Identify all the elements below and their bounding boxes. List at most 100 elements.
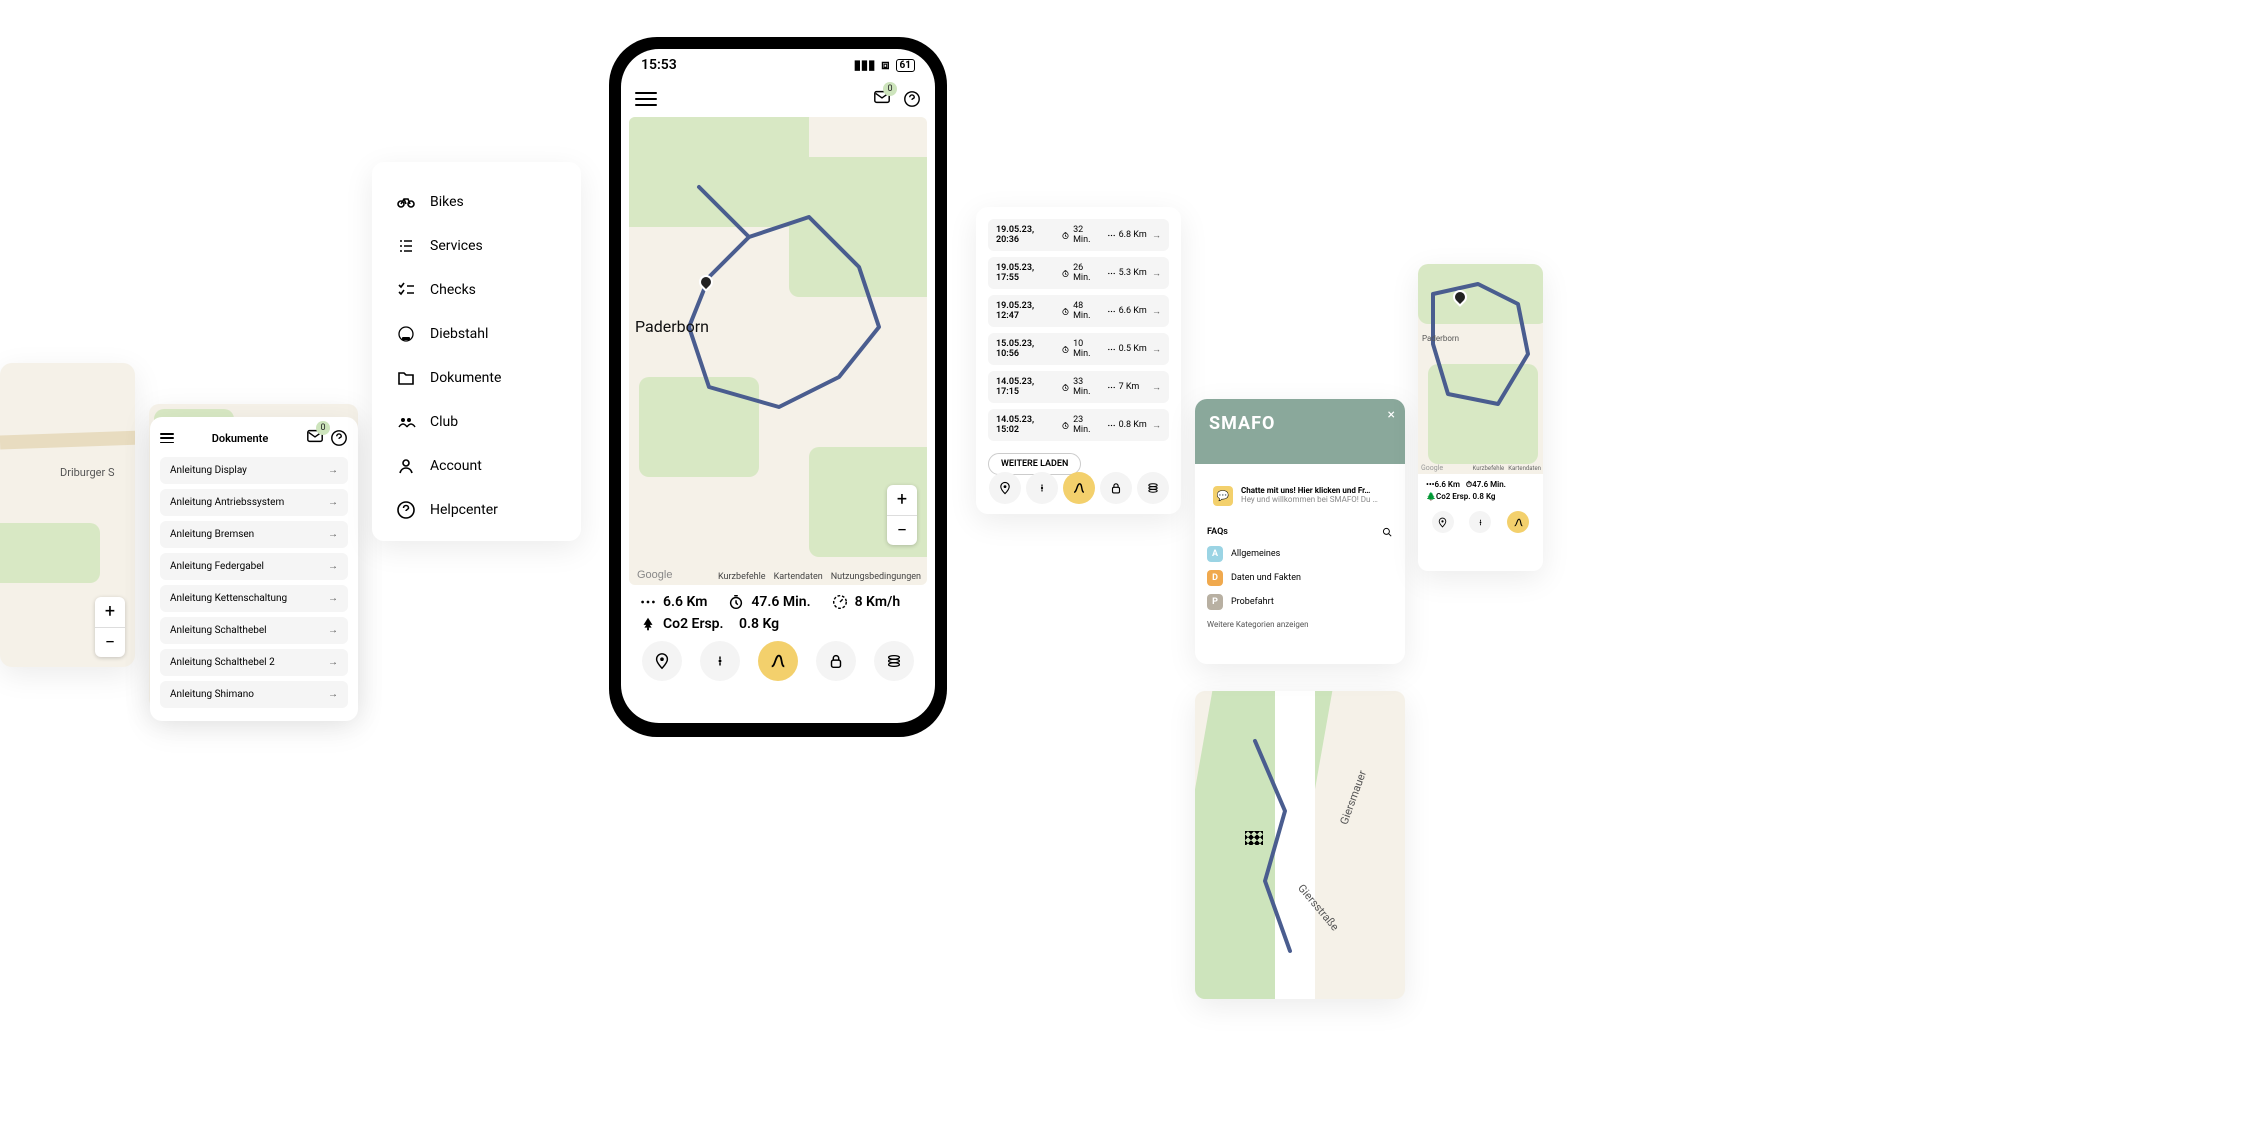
ride-row[interactable]: 19.05.23, 12:47 48 Min. 6.6 Km → <box>988 295 1169 327</box>
ride-row[interactable]: 19.05.23, 17:55 26 Min. 5.3 Km → <box>988 257 1169 289</box>
ride-row[interactable]: 15.05.23, 10:56 10 Min. 0.5 Km → <box>988 333 1169 365</box>
mail-button[interactable]: 0 <box>873 88 891 110</box>
nav-info-button[interactable] <box>700 641 740 681</box>
mini-ride-card: Paderborn KurzbefehleKartendaten Google … <box>1418 264 1543 571</box>
timer-icon <box>1061 269 1070 278</box>
theft-icon <box>396 324 416 344</box>
rides-bottom-nav <box>976 472 1181 504</box>
document-row[interactable]: Anleitung Display→ <box>160 457 348 484</box>
zoom-in-button[interactable]: + <box>887 485 917 515</box>
google-logo: Google <box>1421 464 1443 472</box>
menu-item-club[interactable]: Club <box>396 412 557 432</box>
menu-item-checks[interactable]: Checks <box>396 280 557 300</box>
nav-route-button[interactable] <box>1507 511 1529 533</box>
map-preview-farleft: Driburger S + − <box>0 363 135 667</box>
smafo-brand: SMAFO <box>1209 413 1391 434</box>
zoom-out-button[interactable]: − <box>887 515 917 545</box>
dots-icon <box>639 593 657 611</box>
nav-layers-button[interactable] <box>874 641 914 681</box>
rides-panel: 19.05.23, 20:36 32 Min. 6.8 Km → 19.05.23… <box>976 207 1181 514</box>
help-icon <box>396 500 416 520</box>
arrow-right-icon: → <box>328 561 338 572</box>
more-categories-link[interactable]: Weitere Kategorien anzeigen <box>1195 614 1405 635</box>
faq-category[interactable]: DDaten und Fakten <box>1195 566 1405 590</box>
club-icon <box>396 412 416 432</box>
tree-icon <box>639 615 657 633</box>
help-icon[interactable] <box>330 429 348 447</box>
search-icon[interactable] <box>1381 526 1393 538</box>
mini-map[interactable]: Paderborn KurzbefehleKartendaten Google <box>1418 264 1543 474</box>
faqs-title: FAQs <box>1207 527 1228 537</box>
document-row[interactable]: Anleitung Federgabel→ <box>160 553 348 580</box>
ride-row[interactable]: 14.05.23, 15:02 23 Min. 0.8 Km → <box>988 409 1169 441</box>
arrow-right-icon: → <box>328 657 338 668</box>
document-row[interactable]: Anleitung Shimano→ <box>160 681 348 708</box>
faq-category[interactable]: AAllgemeines <box>1195 542 1405 566</box>
mini-stats: •••6.6 Km ⏱47.6 Min. 🌲Co2 Ersp. 0.8 Kg <box>1418 474 1543 507</box>
menu-button[interactable] <box>160 433 174 443</box>
user-icon <box>396 456 416 476</box>
nav-location-button[interactable] <box>989 472 1021 504</box>
wifi-icon: ⧈ <box>881 58 889 73</box>
nav-lock-button[interactable] <box>1100 472 1132 504</box>
ride-row[interactable]: 19.05.23, 20:36 32 Min. 6.8 Km → <box>988 219 1169 251</box>
arrow-right-icon: → <box>1152 344 1161 355</box>
arrow-right-icon: → <box>328 593 338 604</box>
phone-mockup: 15:53 ▮▮▮ ⧈ 61 0 <box>609 37 947 737</box>
menu-button[interactable] <box>635 92 657 106</box>
speed-icon <box>831 593 849 611</box>
status-bar: 15:53 ▮▮▮ ⧈ 61 <box>621 49 935 81</box>
arrow-right-icon: → <box>1152 382 1161 393</box>
document-row[interactable]: Anleitung Bremsen→ <box>160 521 348 548</box>
menu-item-dokumente[interactable]: Dokumente <box>396 368 557 388</box>
dots-icon <box>1107 307 1116 316</box>
nav-lock-button[interactable] <box>816 641 856 681</box>
faq-category[interactable]: PProbefahrt <box>1195 590 1405 614</box>
bike-icon <box>396 192 416 212</box>
google-logo: Google <box>637 569 672 581</box>
nav-layers-button[interactable] <box>1137 472 1169 504</box>
arrow-right-icon: → <box>328 497 338 508</box>
help-icon[interactable] <box>903 90 921 108</box>
arrow-right-icon: → <box>1152 230 1161 241</box>
arrow-right-icon: → <box>1152 306 1161 317</box>
mail-badge-count: 0 <box>883 82 897 96</box>
street-label: Driburger S <box>60 466 114 479</box>
mail-button[interactable]: 0 <box>306 427 324 449</box>
document-row[interactable]: Anleitung Antriebssystem→ <box>160 489 348 516</box>
arrow-right-icon: → <box>328 689 338 700</box>
timer-icon <box>1061 231 1070 240</box>
nav-location-button[interactable] <box>642 641 682 681</box>
dots-icon <box>1107 383 1116 392</box>
zoom-in-button[interactable]: + <box>95 597 125 627</box>
menu-item-helpcenter[interactable]: Helpcenter <box>396 500 557 520</box>
list-icon <box>396 236 416 256</box>
timer-icon <box>1061 421 1070 430</box>
chat-message[interactable]: 💬 Chatte mit uns! Hier klicken und Fr… H… <box>1203 478 1397 514</box>
document-row[interactable]: Anleitung Kettenschaltung→ <box>160 585 348 612</box>
document-row[interactable]: Anleitung Schalthebel 2→ <box>160 649 348 676</box>
menu-item-diebstahl[interactable]: Diebstahl <box>396 324 557 344</box>
documents-panel: Dokumente 0 Anleitung Display→Anleitung … <box>150 417 358 721</box>
document-row[interactable]: Anleitung Schalthebel→ <box>160 617 348 644</box>
menu-item-account[interactable]: Account <box>396 456 557 476</box>
ride-row[interactable]: 14.05.23, 17:15 33 Min. 7 Km → <box>988 371 1169 403</box>
mini-bottom-nav <box>1418 507 1543 537</box>
close-icon[interactable]: × <box>1388 407 1395 423</box>
nav-route-button[interactable] <box>758 641 798 681</box>
zoom-out-button[interactable]: − <box>95 627 125 657</box>
main-map[interactable]: Paderborn + − Google Kurzbefehle Kartend… <box>629 117 927 585</box>
menu-item-services[interactable]: Services <box>396 236 557 256</box>
finish-flag-icon <box>1245 831 1263 845</box>
nav-location-button[interactable] <box>1432 511 1454 533</box>
dots-icon <box>1107 421 1116 430</box>
nav-route-button[interactable] <box>1063 472 1095 504</box>
timer-icon <box>1061 345 1070 354</box>
nav-info-button[interactable] <box>1026 472 1058 504</box>
menu-item-bikes[interactable]: Bikes <box>396 192 557 212</box>
nav-info-button[interactable] <box>1469 511 1491 533</box>
map-right-card[interactable]: Giersmauer Giersstraße <box>1195 691 1405 999</box>
arrow-right-icon: → <box>328 529 338 540</box>
folder-icon <box>396 368 416 388</box>
dots-icon <box>1107 345 1116 354</box>
